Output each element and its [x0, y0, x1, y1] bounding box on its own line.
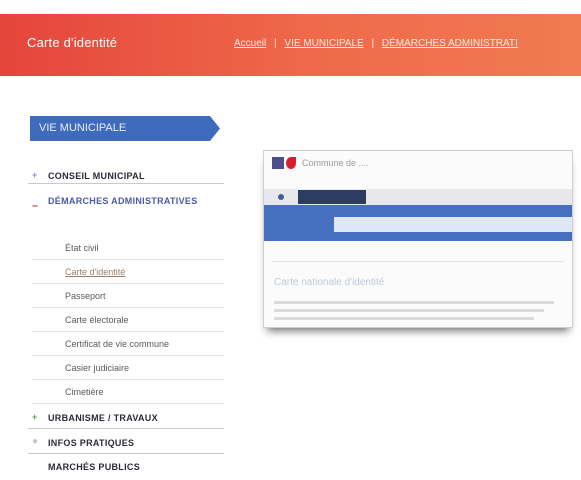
- thumbnail-heading: Carte nationale d'identité: [274, 277, 385, 288]
- site-logo-mark-icon: [286, 157, 296, 169]
- breadcrumb-separator: |: [371, 38, 375, 49]
- site-logo-icon: [272, 157, 284, 169]
- sidebar-item-label: INFOS PRATIQUES: [48, 438, 135, 448]
- submenu-item-cimetiere[interactable]: Cimetière: [32, 380, 224, 404]
- expand-plus-icon: +: [32, 170, 38, 180]
- sidebar-item-marches-publics[interactable]: MARCHÉS PUBLICS: [28, 454, 224, 474]
- page-header: Carte d'identité Accueil | VIE MUNICIPAL…: [0, 14, 581, 76]
- submenu-item-carte-electorale[interactable]: Carte électorale: [32, 308, 224, 332]
- submenu-item-etat-civil[interactable]: État civil: [32, 236, 224, 260]
- thumbnail-search-bar: [334, 217, 572, 232]
- submenu-item-certificat-vie-commune[interactable]: Certificat de vie commune: [32, 332, 224, 356]
- submenu-item-casier-judiciaire[interactable]: Casier judiciaire: [32, 356, 224, 380]
- sidebar-item-urbanisme-travaux[interactable]: + URBANISME / TRAVAUX: [28, 404, 224, 429]
- website-screenshot-image: Commune de .... Carte nationale d'identi…: [263, 150, 573, 328]
- sidebar-item-infos-pratiques[interactable]: ● INFOS PRATIQUES: [28, 429, 224, 454]
- sidebar-item-label: DÉMARCHES ADMINISTRATIVES: [48, 196, 198, 206]
- sidebar-item-conseil-municipal[interactable]: + CONSEIL MUNICIPAL: [28, 160, 224, 184]
- thumbnail-text-line: [274, 301, 554, 304]
- breadcrumb-home[interactable]: Accueil: [234, 38, 266, 49]
- thumbnail-nav-item: [298, 190, 366, 204]
- thumbnail-text-line: [274, 317, 534, 320]
- breadcrumb: Accueil | VIE MUNICIPALE | DÉMARCHES ADM…: [234, 38, 518, 49]
- thumbnail-text-line: [274, 309, 544, 312]
- breadcrumb-vie-municipale[interactable]: VIE MUNICIPALE: [284, 38, 363, 49]
- page-title: Carte d'identité: [27, 35, 118, 50]
- expand-plus-icon: +: [32, 412, 38, 422]
- breadcrumb-separator: |: [274, 38, 277, 49]
- sidebar-item-demarches-administratives[interactable]: – DÉMARCHES ADMINISTRATIVES: [28, 184, 224, 236]
- sidebar-title: VIE MUNICIPALE: [30, 116, 220, 141]
- thumbnail-site-title: Commune de ....: [302, 158, 369, 168]
- breadcrumb-demarches[interactable]: DÉMARCHES ADMINISTRATI: [382, 38, 518, 49]
- sidebar-item-label: URBANISME / TRAVAUX: [48, 413, 158, 423]
- submenu-item-carte-identite[interactable]: Carte d'identité: [32, 260, 224, 284]
- sidebar-item-label: MARCHÉS PUBLICS: [48, 462, 141, 472]
- sidebar-item-label: CONSEIL MUNICIPAL: [48, 171, 145, 181]
- sidebar-nav: + CONSEIL MUNICIPAL – DÉMARCHES ADMINIST…: [28, 160, 224, 474]
- sidebar-submenu: État civil Carte d'identité Passeport Ca…: [28, 236, 224, 404]
- home-icon: [278, 194, 284, 200]
- collapse-minus-icon: –: [32, 200, 39, 212]
- thumbnail-divider: [272, 261, 564, 262]
- submenu-item-passeport[interactable]: Passeport: [32, 284, 224, 308]
- bullet-icon: ●: [32, 436, 39, 447]
